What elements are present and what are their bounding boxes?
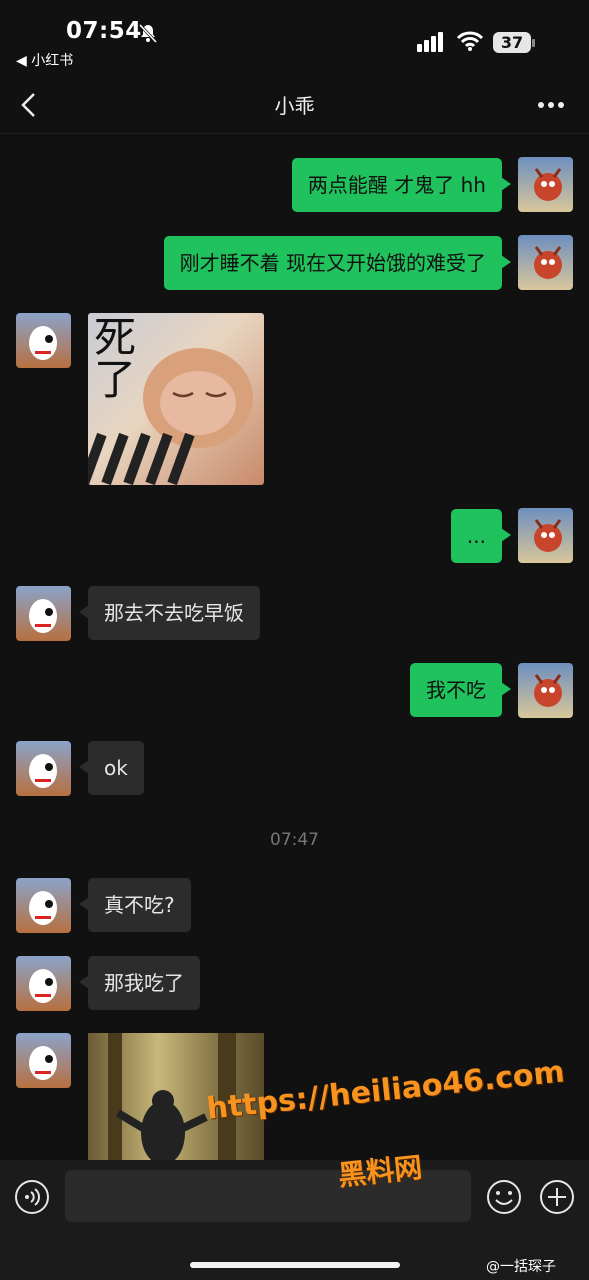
contact-avatar[interactable] xyxy=(16,313,71,368)
my-avatar[interactable] xyxy=(518,157,573,212)
chat-title: 小乖 xyxy=(274,94,315,118)
bell-muted-icon xyxy=(138,23,158,44)
weibo-watermark: @一括琛子 xyxy=(486,1259,556,1275)
message-bubble-outgoing[interactable]: ... xyxy=(450,509,512,563)
my-avatar[interactable] xyxy=(518,663,573,718)
status-time: 07:54 xyxy=(66,18,142,44)
contact-avatar[interactable] xyxy=(16,741,71,796)
message-bubble-outgoing[interactable]: 刚才睡不着 现在又开始饿的难受了 xyxy=(163,236,512,290)
header-divider xyxy=(0,133,589,134)
home-indicator[interactable] xyxy=(190,1262,400,1268)
my-avatar[interactable] xyxy=(518,508,573,563)
message-bubble-outgoing[interactable]: 两点能醒 才鬼了 hh xyxy=(291,158,512,212)
emoji-icon[interactable] xyxy=(486,1179,522,1215)
contact-avatar[interactable] xyxy=(16,1033,71,1088)
message-bubble-incoming[interactable]: 那去不去吃早饭 xyxy=(79,586,260,640)
contact-avatar[interactable] xyxy=(16,956,71,1011)
contact-avatar[interactable] xyxy=(16,586,71,641)
battery-tip xyxy=(532,39,535,47)
message-bubble-incoming[interactable]: 真不吃? xyxy=(79,878,191,932)
back-to-app-link[interactable]: ◀ 小红书 xyxy=(16,50,73,70)
sticker-caption: 死 了 xyxy=(94,313,137,404)
message-bubble-outgoing[interactable]: 我不吃 xyxy=(410,663,511,717)
signal-icon xyxy=(417,32,443,52)
plus-icon[interactable] xyxy=(539,1179,575,1215)
battery-indicator: 37 xyxy=(493,32,531,53)
wifi-icon xyxy=(456,31,484,51)
my-avatar[interactable] xyxy=(518,235,573,290)
voice-icon[interactable] xyxy=(14,1179,50,1215)
message-bubble-incoming[interactable]: ok xyxy=(79,741,144,795)
contact-avatar[interactable] xyxy=(16,878,71,933)
more-icon[interactable] xyxy=(537,100,567,110)
message-bubble-incoming[interactable]: 那我吃了 xyxy=(79,956,200,1010)
sticker-image[interactable]: 死 了 xyxy=(88,313,264,485)
chat-timestamp: 07:47 xyxy=(270,830,319,850)
